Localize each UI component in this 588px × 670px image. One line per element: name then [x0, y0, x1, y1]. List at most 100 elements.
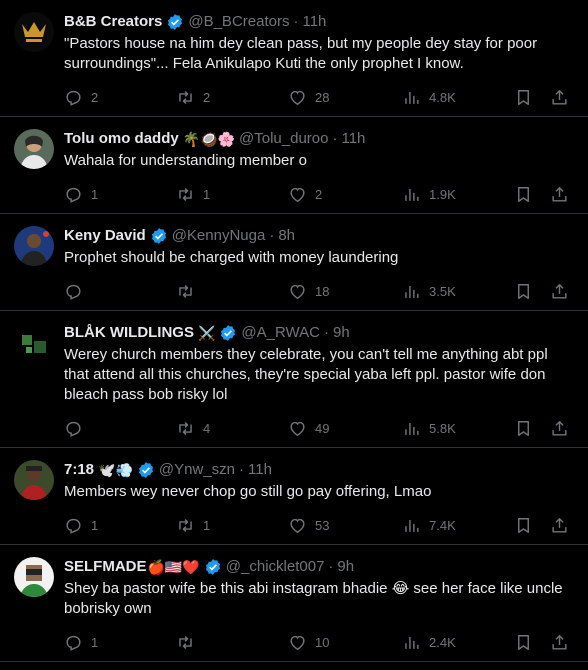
handle[interactable]: @A_RWAC — [241, 323, 320, 343]
action-bar: 1 1 53 7.4K — [64, 506, 572, 544]
separator-dot: · — [324, 324, 329, 341]
handle[interactable]: @B_BCreators — [188, 12, 289, 32]
share-button[interactable] — [550, 185, 570, 204]
retweet-count: 1 — [203, 517, 211, 533]
display-name[interactable]: Keny David — [64, 226, 146, 246]
name-emoji: 🌴🥥🌸 — [182, 131, 236, 147]
share-button[interactable] — [550, 419, 570, 438]
timestamp[interactable]: 9h — [337, 557, 354, 577]
heart-icon — [290, 518, 305, 533]
share-icon — [552, 186, 567, 202]
reply-count: 1 — [91, 186, 99, 202]
view-count: 5.8K — [429, 420, 456, 436]
heart-icon — [290, 284, 305, 299]
share-icon — [552, 517, 567, 533]
tweet[interactable]: SELFMADE 🍎🇺🇸❤️ @_chicklet007 · 9h Shey b… — [0, 545, 588, 662]
avatar[interactable] — [14, 460, 54, 500]
bookmark-button[interactable] — [514, 516, 550, 535]
bookmark-button[interactable] — [514, 633, 550, 652]
bookmark-button[interactable] — [514, 282, 550, 301]
reply-button[interactable]: 1 — [64, 516, 176, 535]
avatar[interactable] — [14, 557, 54, 597]
reply-icon — [66, 421, 81, 437]
tweet[interactable]: B&B Creators @B_BCreators · 11h "Pastors… — [0, 0, 588, 117]
views-button[interactable]: 4.8K — [402, 88, 514, 107]
like-button[interactable]: 49 — [288, 419, 402, 438]
handle[interactable]: @KennyNuga — [172, 226, 266, 246]
timestamp[interactable]: 8h — [278, 226, 295, 246]
reply-button[interactable] — [64, 419, 176, 438]
reply-icon — [66, 187, 81, 203]
verified-badge-icon — [137, 461, 155, 479]
retweet-count: 2 — [203, 89, 211, 105]
retweet-count: 4 — [203, 420, 211, 436]
display-name[interactable]: BLÅK WILDLINGS — [64, 323, 194, 343]
bookmark-icon — [518, 89, 529, 105]
display-name[interactable]: SELFMADE — [64, 557, 147, 577]
action-bar: 1 10 2.4K — [64, 623, 572, 661]
timestamp[interactable]: 9h — [333, 323, 350, 343]
like-button[interactable]: 18 — [288, 282, 402, 301]
verified-badge-icon — [204, 558, 222, 576]
avatar[interactable] — [14, 129, 54, 169]
tweet[interactable]: Keny David @KennyNuga · 8h Prophet shoul… — [0, 214, 588, 311]
bookmark-icon — [518, 517, 529, 533]
avatar[interactable] — [14, 323, 54, 363]
share-button[interactable] — [550, 516, 570, 535]
display-name[interactable]: B&B Creators — [64, 12, 162, 32]
share-button[interactable] — [550, 88, 570, 107]
display-name[interactable]: 7:18 — [64, 460, 94, 480]
share-button[interactable] — [550, 633, 570, 652]
tweet-text: Shey ba pastor wife be this abi instagra… — [64, 580, 567, 617]
views-button[interactable]: 2.4K — [402, 633, 514, 652]
bookmark-button[interactable] — [514, 419, 550, 438]
handle[interactable]: @_chicklet007 — [226, 557, 325, 577]
separator-dot: · — [293, 13, 299, 30]
timestamp[interactable]: 11h — [248, 460, 272, 480]
tweet[interactable]: Tolu omo daddy 🌴🥥🌸 @Tolu_duroo · 11h Wah… — [0, 117, 588, 214]
tweet[interactable]: 7:18 🕊️💨 @Ynw_szn · 11h Members wey neve… — [0, 448, 588, 545]
action-bar: 1 1 2 1.9K — [64, 175, 572, 213]
retweet-icon — [179, 284, 192, 298]
views-button[interactable]: 1.9K — [402, 185, 514, 204]
reply-button[interactable] — [64, 282, 176, 301]
retweet-button[interactable]: 2 — [176, 88, 288, 107]
like-button[interactable]: 10 — [288, 633, 402, 652]
like-button[interactable]: 28 — [288, 88, 402, 107]
avatar[interactable] — [14, 226, 54, 266]
retweet-button[interactable]: 4 — [176, 419, 288, 438]
handle[interactable]: @Ynw_szn — [159, 460, 235, 480]
separator-dot: · — [269, 227, 275, 244]
action-bar: 2 2 28 4.8K — [64, 78, 572, 116]
reply-count: 1 — [91, 517, 99, 533]
tweet[interactable]: BLÅK WILDLINGS ⚔️ @A_RWAC · 9h Werey chu… — [0, 311, 588, 448]
bookmark-icon — [518, 634, 529, 650]
handle[interactable]: @Tolu_duroo — [239, 129, 328, 149]
like-button[interactable]: 2 — [288, 185, 402, 204]
retweet-button[interactable]: 1 — [176, 185, 288, 204]
views-button[interactable]: 3.5K — [402, 282, 514, 301]
heart-icon — [290, 90, 305, 105]
views-icon — [405, 188, 419, 201]
like-button[interactable]: 53 — [288, 516, 402, 535]
views-button[interactable]: 7.4K — [402, 516, 514, 535]
retweet-button[interactable] — [176, 633, 288, 652]
timestamp[interactable]: 11h — [302, 12, 326, 32]
bookmark-button[interactable] — [514, 88, 550, 107]
bookmark-icon — [518, 283, 529, 299]
reply-icon — [66, 284, 81, 300]
timestamp[interactable]: 11h — [341, 129, 365, 149]
retweet-button[interactable]: 1 — [176, 516, 288, 535]
display-name[interactable]: Tolu omo daddy — [64, 129, 179, 149]
reply-button[interactable]: 1 — [64, 185, 176, 204]
retweet-button[interactable] — [176, 282, 288, 301]
share-button[interactable] — [550, 282, 570, 301]
views-button[interactable]: 5.8K — [402, 419, 514, 438]
reply-button[interactable]: 2 — [64, 88, 176, 107]
heart-icon — [290, 635, 305, 650]
avatar[interactable] — [14, 12, 54, 52]
bookmark-icon — [518, 186, 529, 202]
reply-button[interactable]: 1 — [64, 633, 176, 652]
bookmark-button[interactable] — [514, 185, 550, 204]
heart-icon — [290, 187, 305, 202]
